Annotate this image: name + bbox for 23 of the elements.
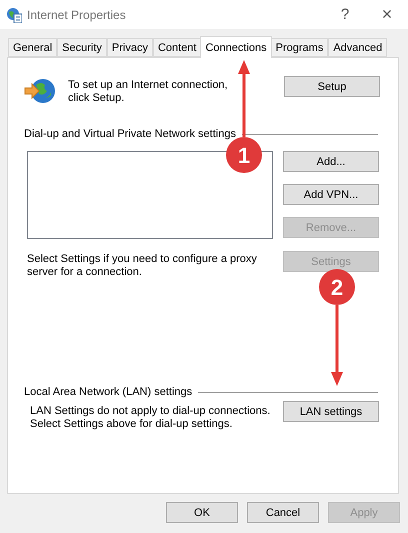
- section-heading: Dial-up and Virtual Private Network settings: [24, 128, 236, 140]
- lan-settings-button[interactable]: LAN settings: [283, 401, 379, 422]
- section-heading: Local Area Network (LAN) settings: [24, 386, 192, 398]
- globe-document-icon: [6, 6, 22, 22]
- tab[interactable]: General: [8, 38, 58, 57]
- lan-text: LAN Settings do not apply to dial-up connections. Select Settings above for dial-up settings.: [30, 405, 272, 431]
- tab[interactable]: Programs: [270, 38, 328, 57]
- dialup-button[interactable]: Add...: [283, 151, 379, 172]
- proxy-text: Select Settings if you need to configure a proxy server for a connection.: [27, 253, 258, 279]
- dialup-button[interactable]: Add VPN...: [283, 184, 379, 205]
- window-title: Internet Properties: [27, 8, 127, 22]
- setup-text: To set up an Internet connection, click Setup.: [68, 79, 229, 106]
- dialog-button[interactable]: Cancel: [247, 502, 319, 523]
- tab[interactable]: Connections: [200, 36, 272, 58]
- help-button[interactable]: ?: [324, 6, 366, 23]
- tab[interactable]: Privacy: [106, 38, 153, 57]
- tab[interactable]: Advanced: [328, 38, 388, 57]
- setup-button[interactable]: Setup: [284, 76, 380, 97]
- dialog-button[interactable]: OK: [166, 502, 238, 523]
- close-button[interactable]: ×: [366, 4, 408, 25]
- globe-icon: [24, 76, 56, 106]
- tab[interactable]: Content: [152, 38, 202, 57]
- tab[interactable]: Security: [57, 38, 107, 57]
